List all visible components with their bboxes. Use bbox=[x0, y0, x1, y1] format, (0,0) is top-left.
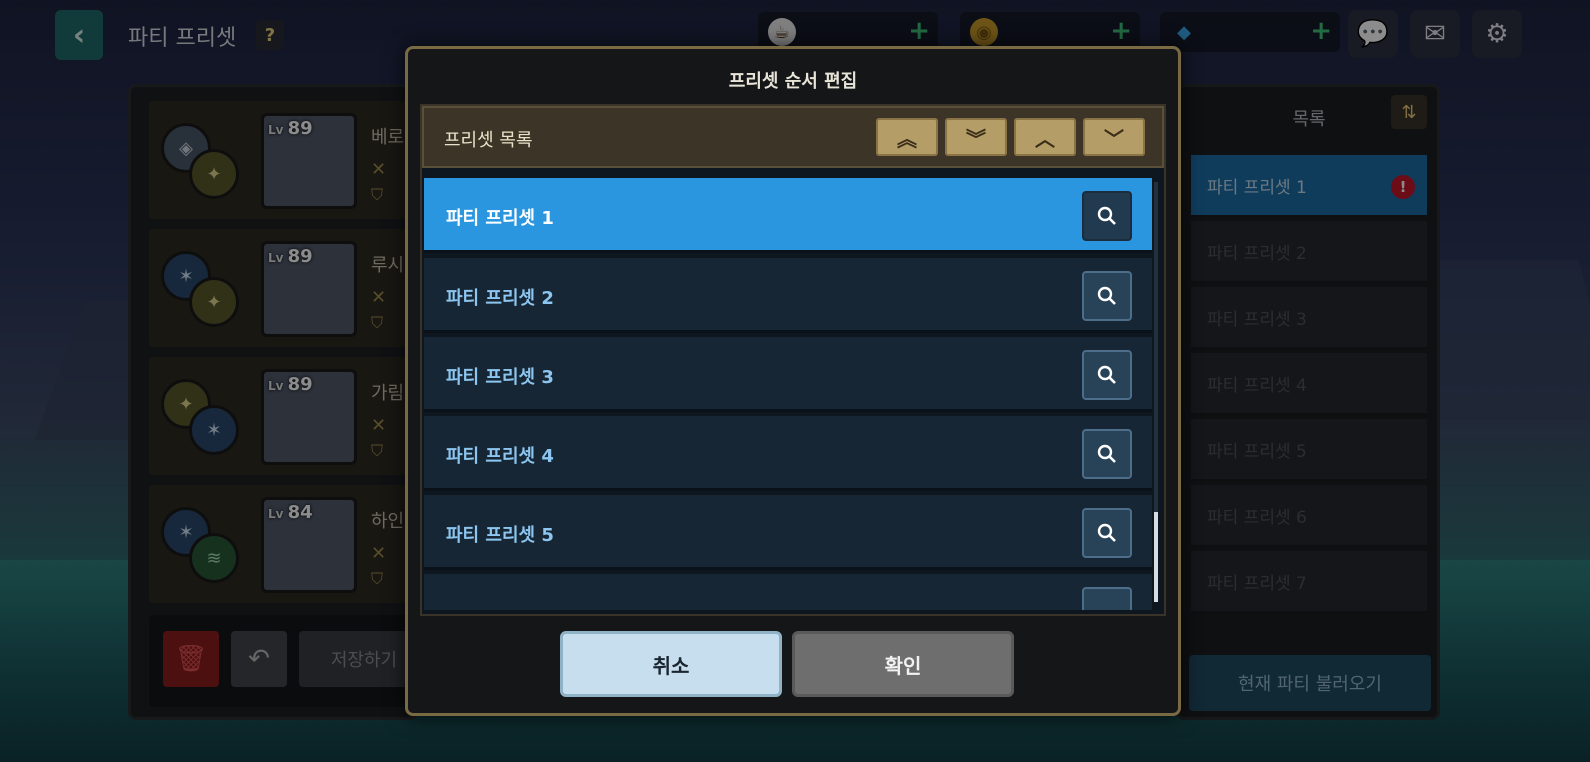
scroll-thumb[interactable] bbox=[1154, 512, 1158, 602]
list-body: 파티 프리셋 1 파티 프리셋 2 파티 프리셋 3 파티 프리셋 4 파티 프… bbox=[424, 174, 1152, 610]
list-row[interactable]: 파티 프리셋 5 bbox=[424, 495, 1152, 570]
list-row[interactable]: 파티 프리셋 4 bbox=[424, 416, 1152, 491]
search-icon bbox=[1097, 206, 1116, 225]
search-icon bbox=[1097, 444, 1116, 463]
confirm-button[interactable]: 확인 bbox=[792, 631, 1014, 697]
view-preset-button[interactable] bbox=[1082, 191, 1132, 241]
scrollbar[interactable] bbox=[1154, 182, 1158, 602]
move-down-button[interactable]: ﹀ bbox=[1083, 118, 1145, 156]
chevron-down-icon: ﹀ bbox=[1104, 126, 1124, 151]
list-row[interactable]: 파티 프리셋 2 bbox=[424, 258, 1152, 333]
list-row[interactable]: 파티 프리셋 1 bbox=[424, 178, 1152, 253]
view-preset-button[interactable] bbox=[1082, 271, 1132, 321]
search-icon bbox=[1097, 286, 1116, 305]
view-preset-button[interactable] bbox=[1082, 429, 1132, 479]
preset-order-list: 프리셋 목록 ︽ ︾ ︿ ﹀ 파티 프리셋 1 파티 프리셋 2 파티 프리셋 … bbox=[420, 104, 1166, 616]
view-preset-button[interactable] bbox=[1082, 350, 1132, 400]
list-row[interactable]: 파티 프리셋 3 bbox=[424, 337, 1152, 412]
double-chevron-down-icon: ︾ bbox=[966, 126, 986, 151]
move-up-button[interactable]: ︿ bbox=[1014, 118, 1076, 156]
move-to-top-button[interactable]: ︽ bbox=[876, 118, 938, 156]
modal-title: 프리셋 순서 편집 bbox=[728, 71, 858, 92]
preset-order-modal: 프리셋 순서 편집 프리셋 목록 ︽ ︾ ︿ ﹀ 파티 프리셋 1 파티 프리셋… bbox=[405, 46, 1181, 716]
cancel-button[interactable]: 취소 bbox=[560, 631, 782, 697]
double-chevron-up-icon: ︽ bbox=[897, 126, 917, 151]
view-preset-button[interactable] bbox=[1082, 508, 1132, 558]
list-header-label: 프리셋 목록 bbox=[444, 130, 533, 151]
search-icon bbox=[1097, 365, 1116, 384]
chevron-up-icon: ︿ bbox=[1035, 126, 1055, 151]
list-header: 프리셋 목록 ︽ ︾ ︿ ﹀ bbox=[422, 106, 1164, 168]
list-row-partial[interactable] bbox=[424, 574, 1152, 610]
search-icon bbox=[1097, 523, 1116, 542]
view-preset-button[interactable] bbox=[1082, 587, 1132, 610]
move-to-bottom-button[interactable]: ︾ bbox=[945, 118, 1007, 156]
